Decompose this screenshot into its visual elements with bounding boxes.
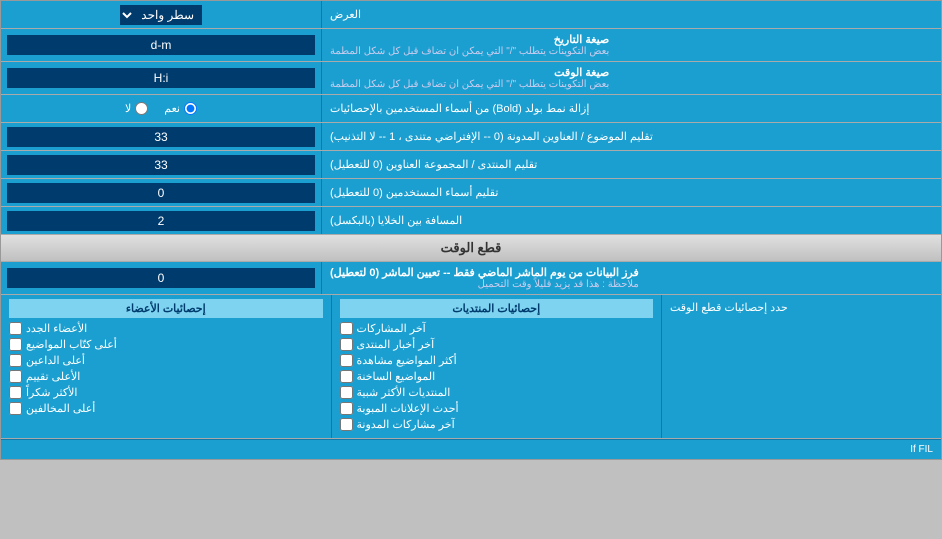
- cb-hot-topics-input[interactable]: [340, 370, 353, 383]
- header-title: العرض: [330, 8, 361, 21]
- display-select-container: سطر واحد سطرين ثلاثة أسطر: [1, 1, 321, 28]
- cb-most-viewed-input[interactable]: [340, 354, 353, 367]
- realtime-days-input[interactable]: [7, 268, 315, 288]
- realtime-days-input-container: [1, 262, 321, 294]
- date-format-desc: بعض التكوينات يتطلب "/" التي يمكن ان تضا…: [330, 46, 609, 57]
- username-trim-title: تقليم أسماء المستخدمين (0 للتعطيل): [330, 186, 498, 199]
- bold-remove-title: إزالة نمط بولد (Bold) من أسماء المستخدمي…: [330, 102, 589, 115]
- cb-most-thanks: الأكثر شكراً: [9, 386, 323, 399]
- cb-classifieds-input[interactable]: [340, 402, 353, 415]
- cb-last-posts: آخر المشاركات: [340, 322, 654, 335]
- cb-top-warnings: أعلى المخالفين: [9, 402, 323, 415]
- if-fil-hint: If FIL: [910, 444, 933, 455]
- cb-most-viewed: أكثر المواضيع مشاهدة: [340, 354, 654, 367]
- realtime-days-label: فرز البيانات من يوم الماشر الماضي فقط --…: [321, 262, 941, 294]
- realtime-days-note: ملاحظة : هذا قد يزيد قليلاً وقت التحميل: [330, 279, 639, 290]
- cell-space-input-container: [1, 207, 321, 234]
- cb-last-posts-input[interactable]: [340, 322, 353, 335]
- subject-trim-label: تقليم الموضوع / العناوين المدونة (0 -- ا…: [321, 123, 941, 150]
- bold-remove-label: إزالة نمط بولد (Bold) من أسماء المستخدمي…: [321, 95, 941, 122]
- realtime-days-title: فرز البيانات من يوم الماشر الماضي فقط --…: [330, 266, 639, 279]
- cb-blog-posts-input[interactable]: [340, 418, 353, 431]
- cb-top-posters-input[interactable]: [9, 338, 22, 351]
- time-format-input[interactable]: [7, 68, 315, 88]
- cb-classifieds: أحدث الإعلانات المبوبة: [340, 402, 654, 415]
- username-trim-input-container: [1, 179, 321, 206]
- subject-trim-title: تقليم الموضوع / العناوين المدونة (0 -- ا…: [330, 130, 653, 143]
- cb-top-posters: أعلى كتّاب المواضيع: [9, 338, 323, 351]
- realtime-title: قطع الوقت: [441, 240, 502, 255]
- cb-top-warnings-input[interactable]: [9, 402, 22, 415]
- time-format-title: صيغة الوقت: [330, 66, 609, 79]
- cb-hot-topics: المواضيع الساخنة: [340, 370, 654, 383]
- subject-trim-input[interactable]: [7, 127, 315, 147]
- display-label: العرض: [321, 1, 941, 28]
- time-format-desc: بعض التكوينات يتطلب "/" التي يمكن ان تضا…: [330, 79, 609, 90]
- cb-top-inviters-input[interactable]: [9, 354, 22, 367]
- date-format-label: صيغة التاريخ بعض التكوينات يتطلب "/" الت…: [321, 29, 941, 61]
- time-format-label: صيغة الوقت بعض التكوينات يتطلب "/" التي …: [321, 62, 941, 94]
- cb-top-rated: الأعلى تقييم: [9, 370, 323, 383]
- forum-stats-col: إحصائيات المنتديات آخر المشاركات آخر أخب…: [331, 295, 662, 438]
- members-stats-header: إحصائيات الأعضاء: [9, 299, 323, 318]
- date-format-title: صيغة التاريخ: [330, 33, 609, 46]
- cb-new-members-input[interactable]: [9, 322, 22, 335]
- cb-most-thanks-input[interactable]: [9, 386, 22, 399]
- cell-space-label: المسافة بين الخلايا (بالبكسل): [321, 207, 941, 234]
- bold-remove-no-radio[interactable]: [135, 102, 148, 115]
- forum-trim-label: تقليم المنتدى / المجموعة العناوين (0 للت…: [321, 151, 941, 178]
- cb-blog-posts: آخر مشاركات المدونة: [340, 418, 654, 431]
- forum-trim-title: تقليم المنتدى / المجموعة العناوين (0 للت…: [330, 158, 537, 171]
- subject-trim-input-container: [1, 123, 321, 150]
- cb-popular-forums-input[interactable]: [340, 386, 353, 399]
- cell-space-title: المسافة بين الخلايا (بالبكسل): [330, 214, 462, 227]
- cb-top-inviters: أعلى الداعين: [9, 354, 323, 367]
- stats-apply-label: حدد إحصائيات قطع الوقت: [670, 301, 788, 314]
- cb-popular-forums: المنتديات الأكثر شبية: [340, 386, 654, 399]
- cb-new-members: الأعضاء الجدد: [9, 322, 323, 335]
- username-trim-label: تقليم أسماء المستخدمين (0 للتعطيل): [321, 179, 941, 206]
- username-trim-input[interactable]: [7, 183, 315, 203]
- cb-forum-news: آخر أخبار المنتدى: [340, 338, 654, 351]
- cb-top-rated-input[interactable]: [9, 370, 22, 383]
- bold-remove-yes-radio[interactable]: [184, 102, 197, 115]
- forum-stats-header: إحصائيات المنتديات: [340, 299, 654, 318]
- forum-trim-input[interactable]: [7, 155, 315, 175]
- time-format-input-container: [1, 62, 321, 94]
- bold-remove-yes-label[interactable]: نعم: [164, 102, 197, 115]
- cb-forum-news-input[interactable]: [340, 338, 353, 351]
- date-format-input-container: [1, 29, 321, 61]
- realtime-section-header: قطع الوقت: [1, 235, 941, 262]
- forum-trim-input-container: [1, 151, 321, 178]
- date-format-input[interactable]: [7, 35, 315, 55]
- cell-space-input[interactable]: [7, 211, 315, 231]
- members-stats-col: إحصائيات الأعضاء الأعضاء الجدد أعلى كتّا…: [1, 295, 331, 438]
- bold-remove-no-label[interactable]: لا: [125, 102, 148, 115]
- bold-remove-radio-container: نعم لا: [1, 95, 321, 122]
- display-select[interactable]: سطر واحد سطرين ثلاثة أسطر: [120, 5, 202, 25]
